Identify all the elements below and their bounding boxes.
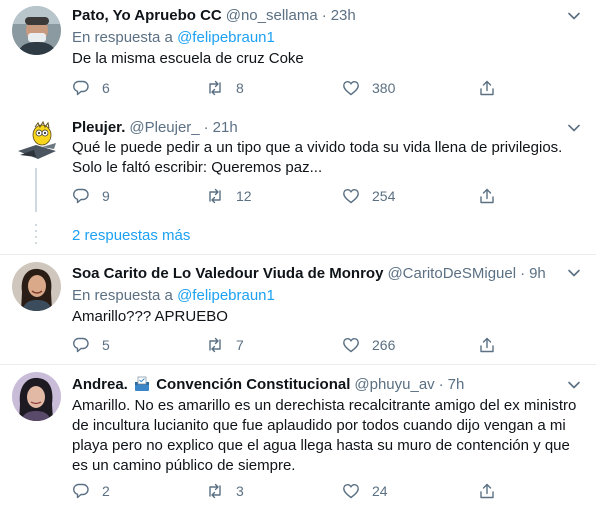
share-button[interactable] — [478, 335, 496, 355]
tweet-text: Amarillo. No es amarillo es un derechist… — [72, 397, 577, 474]
retweet-button[interactable]: 12 — [206, 186, 252, 206]
heart-icon — [343, 189, 359, 204]
reply-icon — [73, 337, 89, 353]
reply-to-link[interactable]: @felipebraun1 — [177, 287, 275, 304]
reply-button[interactable]: 2 — [72, 481, 110, 501]
avatar[interactable] — [12, 117, 61, 166]
share-icon — [480, 337, 494, 353]
avatar[interactable] — [12, 372, 61, 421]
heart-icon — [343, 484, 359, 499]
reply-icon — [73, 80, 89, 96]
tweet[interactable]: Andrea. Convención Constitucional @phuyu_… — [0, 365, 596, 522]
user-avatar-woman-icon — [12, 262, 61, 311]
display-name[interactable]: Andrea. — [72, 376, 128, 393]
reply-to-link[interactable]: @felipebraun1 — [177, 29, 275, 46]
tweet-actions: 9 12 254 — [72, 186, 522, 206]
tweet-text: De la misma escuela de cruz Coke — [72, 50, 304, 67]
tweet-actions: 5 7 266 — [72, 335, 522, 355]
display-name-suffix[interactable]: Convención Constitucional — [156, 376, 350, 393]
share-button[interactable] — [478, 186, 496, 206]
retweet-count: 3 — [236, 483, 244, 499]
tweet[interactable]: Pato, Yo Apruebo CC @no_sellama · 23h En re… — [0, 0, 596, 112]
share-icon — [480, 483, 494, 499]
reply-count: 2 — [102, 483, 110, 499]
tweet-actions: 2 3 24 — [72, 481, 522, 501]
tweet[interactable]: Soa Carito de Lo Valedour Viuda de Monro… — [0, 255, 596, 363]
reply-icon — [73, 188, 89, 204]
like-button[interactable]: 266 — [342, 335, 395, 355]
retweet-icon — [209, 483, 221, 499]
user-avatar-man-with-mask-icon — [12, 6, 61, 55]
share-button[interactable] — [478, 78, 496, 98]
reply-button[interactable]: 9 — [72, 186, 110, 206]
show-more-replies-link[interactable]: 2 respuestas más — [72, 226, 190, 246]
like-button[interactable]: 24 — [342, 481, 388, 501]
like-button[interactable]: 254 — [342, 186, 395, 206]
tweet-actions: 6 8 380 — [72, 78, 522, 98]
display-name[interactable]: Pleujer. — [72, 119, 125, 136]
more-options-icon[interactable] — [566, 120, 582, 136]
timestamp[interactable]: 23h — [331, 7, 356, 24]
thread-line — [35, 168, 37, 212]
heart-icon — [343, 81, 359, 96]
reply-button[interactable]: 6 — [72, 78, 110, 98]
separator-dot: · — [203, 119, 209, 136]
ballot-box-icon — [134, 376, 150, 398]
retweet-count: 12 — [236, 188, 252, 204]
user-handle[interactable]: @no_sellama — [226, 7, 318, 24]
reply-count: 9 — [102, 188, 110, 204]
user-handle[interactable]: @CaritoDeSMiguel — [387, 265, 516, 282]
user-avatar-woman-dark-hair-icon — [12, 372, 61, 421]
like-button[interactable]: 380 — [342, 78, 395, 98]
share-icon — [480, 80, 494, 96]
thread-dots — [35, 224, 37, 248]
heart-icon — [343, 338, 359, 353]
separator-dot: · — [438, 376, 444, 393]
retweet-count: 7 — [236, 337, 244, 353]
like-count: 254 — [372, 188, 396, 204]
more-options-icon[interactable] — [566, 8, 582, 24]
user-handle[interactable]: @phuyu_av — [354, 376, 434, 393]
retweet-icon — [209, 188, 221, 204]
retweet-button[interactable]: 8 — [206, 78, 244, 98]
timestamp[interactable]: 7h — [448, 376, 465, 393]
display-name[interactable]: Soa Carito de Lo Valedour Viuda de Monro… — [72, 265, 383, 282]
separator-dot: · — [321, 7, 327, 24]
reply-context: En respuesta a @felipebraun1 — [72, 29, 275, 46]
tweet-text: Qué le puede pedir a un tipo que a vivid… — [72, 139, 563, 176]
timestamp[interactable]: 21h — [213, 119, 238, 136]
tweet-text: Amarillo??? APRUEBO — [72, 308, 228, 325]
timestamp[interactable]: 9h — [529, 265, 546, 282]
reply-count: 5 — [102, 337, 110, 353]
retweet-icon — [209, 337, 221, 353]
avatar[interactable] — [12, 262, 61, 311]
reply-context: En respuesta a @felipebraun1 — [72, 287, 275, 304]
reply-button[interactable]: 5 — [72, 335, 110, 355]
retweet-button[interactable]: 7 — [206, 335, 244, 355]
avatar[interactable] — [12, 6, 61, 55]
tweet[interactable]: Pleujer. @Pleujer_ · 21h Qué le puede pedir… — [0, 112, 596, 212]
more-options-icon[interactable] — [566, 265, 582, 281]
display-name[interactable]: Pato, Yo Apruebo CC — [72, 7, 222, 24]
reply-count: 6 — [102, 80, 110, 96]
retweet-button[interactable]: 3 — [206, 481, 244, 501]
user-handle[interactable]: @Pleujer_ — [129, 119, 199, 136]
separator-dot: · — [520, 265, 526, 282]
retweet-count: 8 — [236, 80, 244, 96]
user-avatar-cartoon-icon — [12, 117, 61, 166]
like-count: 24 — [372, 483, 388, 499]
more-options-icon[interactable] — [566, 377, 582, 393]
retweet-icon — [209, 80, 221, 96]
like-count: 380 — [372, 80, 396, 96]
like-count: 266 — [372, 337, 396, 353]
share-icon — [480, 188, 494, 204]
share-button[interactable] — [478, 481, 496, 501]
reply-icon — [73, 483, 89, 499]
